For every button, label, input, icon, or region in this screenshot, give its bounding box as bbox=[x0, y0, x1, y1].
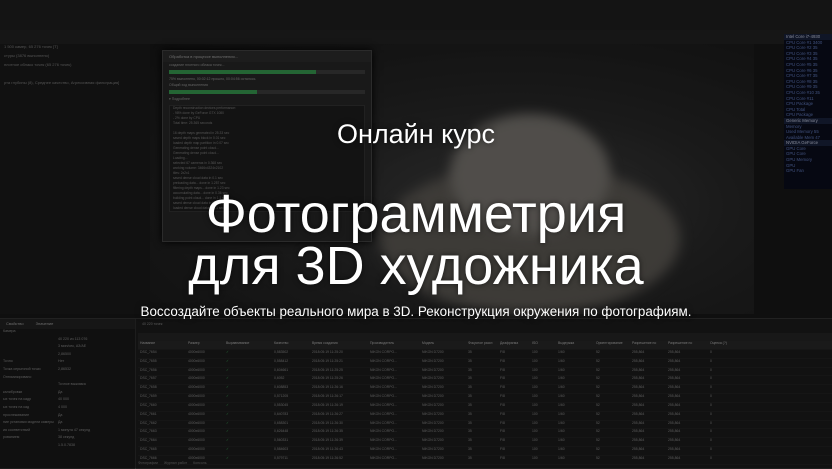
subtitle: Воссоздайте объекты реального мира в 3D.… bbox=[140, 304, 692, 319]
course-label: Онлайн курс bbox=[336, 119, 495, 149]
title-line-2: для 3D художника bbox=[188, 236, 644, 296]
